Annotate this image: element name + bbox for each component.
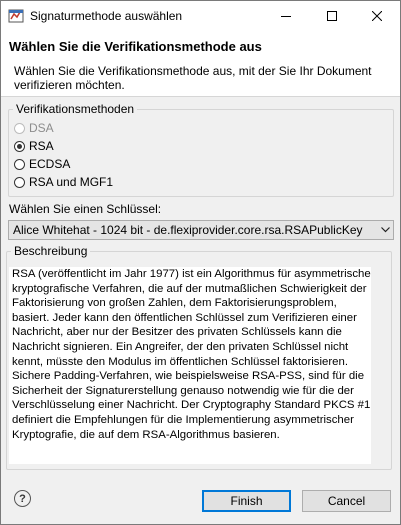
title-bar: Signaturmethode auswählen (1, 1, 400, 31)
minimize-button[interactable] (263, 1, 309, 31)
description-text: RSA (veröffentlicht im Jahr 1977) ist ei… (12, 268, 371, 441)
close-button[interactable] (354, 1, 400, 31)
key-select-label: Wählen Sie einen Schlüssel: (9, 202, 162, 216)
key-select-value: Alice Whitehat - 1024 bit - de.flexiprov… (13, 223, 363, 237)
page-description: Wählen Sie die Verifikationsmethode aus,… (14, 64, 372, 92)
radio-button-icon (14, 122, 25, 134)
wizard-header: Wählen Sie die Verifikationsmethode aus … (1, 31, 400, 97)
question-icon: ? (19, 492, 26, 505)
finish-button[interactable]: Finish (202, 490, 291, 512)
radio-button-icon (14, 158, 25, 170)
maximize-icon (327, 11, 337, 21)
verification-methods-label: Verifikationsmethoden (13, 102, 138, 116)
radio-label: RSA und MGF1 (29, 175, 114, 189)
radio-rsa-mgf1[interactable]: RSA und MGF1 (14, 174, 113, 190)
radio-button-icon (14, 176, 25, 188)
maximize-button[interactable] (309, 1, 355, 31)
key-select[interactable]: Alice Whitehat - 1024 bit - de.flexiprov… (8, 220, 394, 240)
description-label: Beschreibung (11, 244, 91, 258)
verification-methods-group: Verifikationsmethoden DSA RSA ECDSA RSA … (8, 102, 394, 197)
radio-rsa[interactable]: RSA (14, 138, 54, 154)
dialog-window: Signaturmethode auswählen Wählen Sie die… (0, 0, 401, 525)
description-scrollbar[interactable] (372, 267, 385, 464)
radio-button-icon (14, 140, 25, 152)
help-button[interactable]: ? (14, 490, 31, 507)
radio-ecdsa[interactable]: ECDSA (14, 156, 70, 172)
window-title: Signaturmethode auswählen (30, 9, 183, 23)
radio-dsa[interactable]: DSA (14, 120, 54, 136)
close-icon (372, 11, 382, 21)
description-textarea[interactable]: RSA (veröffentlicht im Jahr 1977) ist ei… (9, 267, 371, 464)
page-title: Wählen Sie die Verifikationsmethode aus (9, 39, 262, 54)
minimize-icon (281, 16, 291, 17)
chevron-down-icon (377, 227, 393, 233)
cancel-button[interactable]: Cancel (302, 490, 391, 512)
radio-label: ECDSA (29, 157, 71, 171)
radio-label: DSA (29, 121, 54, 135)
app-icon (8, 8, 24, 24)
radio-label: RSA (29, 139, 54, 153)
